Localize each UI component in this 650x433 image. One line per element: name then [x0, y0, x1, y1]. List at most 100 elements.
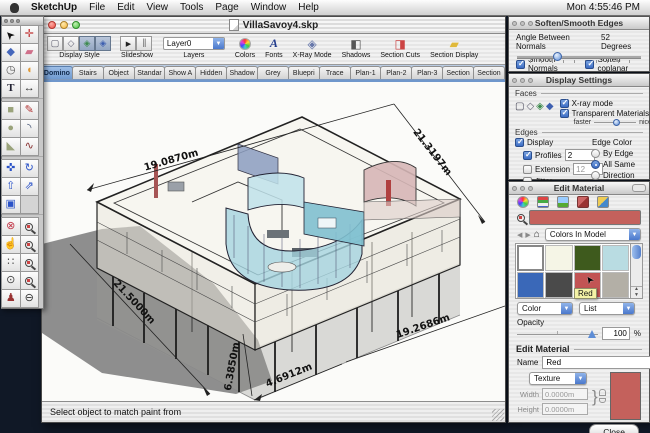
scroll-down-icon[interactable]: ▼ — [634, 293, 639, 299]
close-button[interactable]: Close — [589, 424, 639, 433]
dimension-tool[interactable]: ↔ — [20, 79, 40, 98]
material-swatch-7[interactable] — [602, 272, 629, 298]
by-edge-option[interactable]: By Edge — [591, 149, 643, 158]
image-icon[interactable] — [557, 196, 569, 208]
scrollbar-thumb[interactable] — [632, 245, 641, 259]
select-tool[interactable]: ➤ — [1, 25, 21, 44]
panel-zoom-button[interactable] — [528, 78, 533, 83]
swatch-scrollbar[interactable]: ▲▼ — [631, 243, 643, 299]
colors-icon[interactable] — [239, 38, 251, 50]
freehand-tool[interactable]: ∿ — [20, 137, 40, 156]
opacity-slider-thumb[interactable] — [588, 330, 596, 338]
paint-bucket-tool[interactable]: ◆ — [1, 43, 21, 62]
home-icon[interactable]: ⌂ — [534, 229, 540, 240]
material-preview-swatch[interactable] — [610, 372, 641, 420]
opacity-slider[interactable] — [517, 329, 598, 339]
by-edge-radio[interactable] — [591, 149, 600, 158]
zoom-previous-tool[interactable] — [20, 271, 40, 290]
tab-section[interactable]: Section — [473, 66, 505, 79]
profiles-option[interactable]: Profiles — [515, 149, 587, 161]
material-library-dropdown[interactable]: Colors In Model ▼ — [545, 228, 641, 241]
menu-tools[interactable]: Tools — [180, 2, 203, 13]
panel-zoom-button[interactable] — [528, 186, 533, 191]
palette-zoom-button[interactable] — [16, 19, 20, 23]
angle-slider-thumb[interactable] — [553, 52, 562, 61]
all-same-radio[interactable] — [591, 160, 600, 169]
transparency-quality-slider[interactable]: faster nicer — [560, 119, 650, 126]
color-dropdown[interactable]: Color ▼ — [517, 302, 573, 315]
text-tool[interactable]: T — [1, 79, 21, 98]
forward-arrow-icon[interactable]: ▶ — [525, 231, 530, 239]
xray-mode-checkbox[interactable] — [560, 99, 569, 108]
tab-show-a[interactable]: Show A — [164, 66, 196, 79]
width-input[interactable] — [542, 388, 588, 400]
panel-minimize-button[interactable] — [520, 78, 525, 83]
back-arrow-icon[interactable]: ◀ — [517, 231, 522, 239]
xray-mode-icon[interactable]: ◈ — [308, 38, 317, 50]
panel-close-button[interactable] — [512, 78, 517, 83]
panel-minimize-button[interactable] — [520, 21, 525, 26]
menu-clock[interactable]: Mon 4:55:46 PM — [567, 2, 640, 13]
material-swatch-1[interactable] — [545, 245, 572, 271]
panel-close-button[interactable] — [512, 186, 517, 191]
menu-edit[interactable]: Edit — [117, 2, 134, 13]
shaded-face-icon[interactable]: ◈ — [536, 101, 544, 112]
chain-link-icon[interactable] — [599, 389, 606, 403]
offset-tool[interactable]: ▣ — [1, 195, 21, 214]
section-display-icon[interactable]: ▰ — [450, 38, 459, 50]
material-swatch-2[interactable] — [574, 245, 601, 271]
position-camera-tool[interactable]: ♟ — [1, 289, 21, 308]
texture-dropdown[interactable]: Texture ▼ — [529, 372, 587, 385]
tab-section[interactable]: Section — [442, 66, 474, 79]
shaded-style-button[interactable]: ◈ — [79, 36, 95, 51]
panel-minimize-button[interactable] — [520, 186, 525, 191]
rotate-tool[interactable]: ↻ — [20, 159, 40, 178]
material-swatch-5[interactable] — [545, 272, 572, 298]
resize-grip[interactable] — [492, 409, 504, 421]
palette-minimize-button[interactable] — [10, 19, 14, 23]
edges-display-option[interactable]: Display — [515, 138, 587, 147]
scale-tool[interactable]: ⇗ — [20, 177, 40, 196]
palette-close-button[interactable] — [4, 19, 8, 23]
pan-tool[interactable]: ☝ — [1, 235, 21, 254]
orbit-tool[interactable]: ⊗ — [1, 217, 21, 236]
quality-slider-thumb[interactable] — [613, 119, 620, 126]
transparent-materials-option[interactable]: Transparent Materials — [560, 109, 650, 118]
tab-hidden[interactable]: Hidden — [195, 66, 227, 79]
layers-dropdown[interactable]: Layer0 ▼ — [163, 37, 225, 50]
hiddenline-face-icon[interactable]: ◇ — [526, 101, 534, 112]
play-button[interactable]: ▶ — [120, 36, 136, 51]
direction-radio[interactable] — [591, 171, 600, 180]
wireframe-style-button[interactable]: ▢ — [47, 36, 63, 51]
move-tool[interactable]: ✜ — [1, 159, 21, 178]
look-around-tool[interactable]: ⊙ — [1, 271, 21, 290]
polygon-tool[interactable]: ◣ — [1, 137, 21, 156]
soften-titlebar[interactable]: Soften/Smooth Edges — [509, 17, 649, 30]
section-cuts-icon[interactable]: ◨ — [395, 38, 406, 50]
fonts-icon[interactable]: A — [270, 36, 278, 51]
material-swatch-4[interactable] — [517, 272, 544, 298]
tab-stairs[interactable]: Stairs — [72, 66, 104, 79]
menu-window[interactable]: Window — [251, 2, 287, 13]
panel-collapse-widget[interactable] — [632, 184, 646, 192]
brick-icon[interactable] — [577, 196, 589, 208]
zoom-window-tool[interactable] — [20, 235, 40, 254]
walk-tool[interactable]: ∷ — [1, 253, 21, 272]
minimize-button[interactable] — [60, 21, 68, 29]
menu-view[interactable]: View — [146, 2, 168, 13]
edges-display-checkbox[interactable] — [515, 138, 524, 147]
rectangle-tool[interactable]: ■ — [1, 101, 21, 120]
line-tool[interactable]: ✎ — [20, 101, 40, 120]
tab-standar[interactable]: Standar — [134, 66, 166, 79]
soften-coplanar-checkbox[interactable] — [585, 60, 594, 69]
tab-trace[interactable]: Trace — [319, 66, 351, 79]
window-titlebar[interactable]: VillaSavoy4.skp — [42, 17, 505, 34]
extension-checkbox[interactable] — [523, 165, 532, 174]
texture-palette-icon[interactable] — [597, 196, 609, 208]
tab-object[interactable]: Object — [103, 66, 135, 79]
push-pull-tool[interactable]: ⇧ — [1, 177, 21, 196]
tab-shadow[interactable]: Shadow — [226, 66, 258, 79]
smooth-normals-checkbox[interactable] — [516, 60, 525, 69]
scrollbar-arrows[interactable]: ▲▼ — [631, 286, 642, 298]
zoom-extents-tool[interactable] — [20, 253, 40, 272]
